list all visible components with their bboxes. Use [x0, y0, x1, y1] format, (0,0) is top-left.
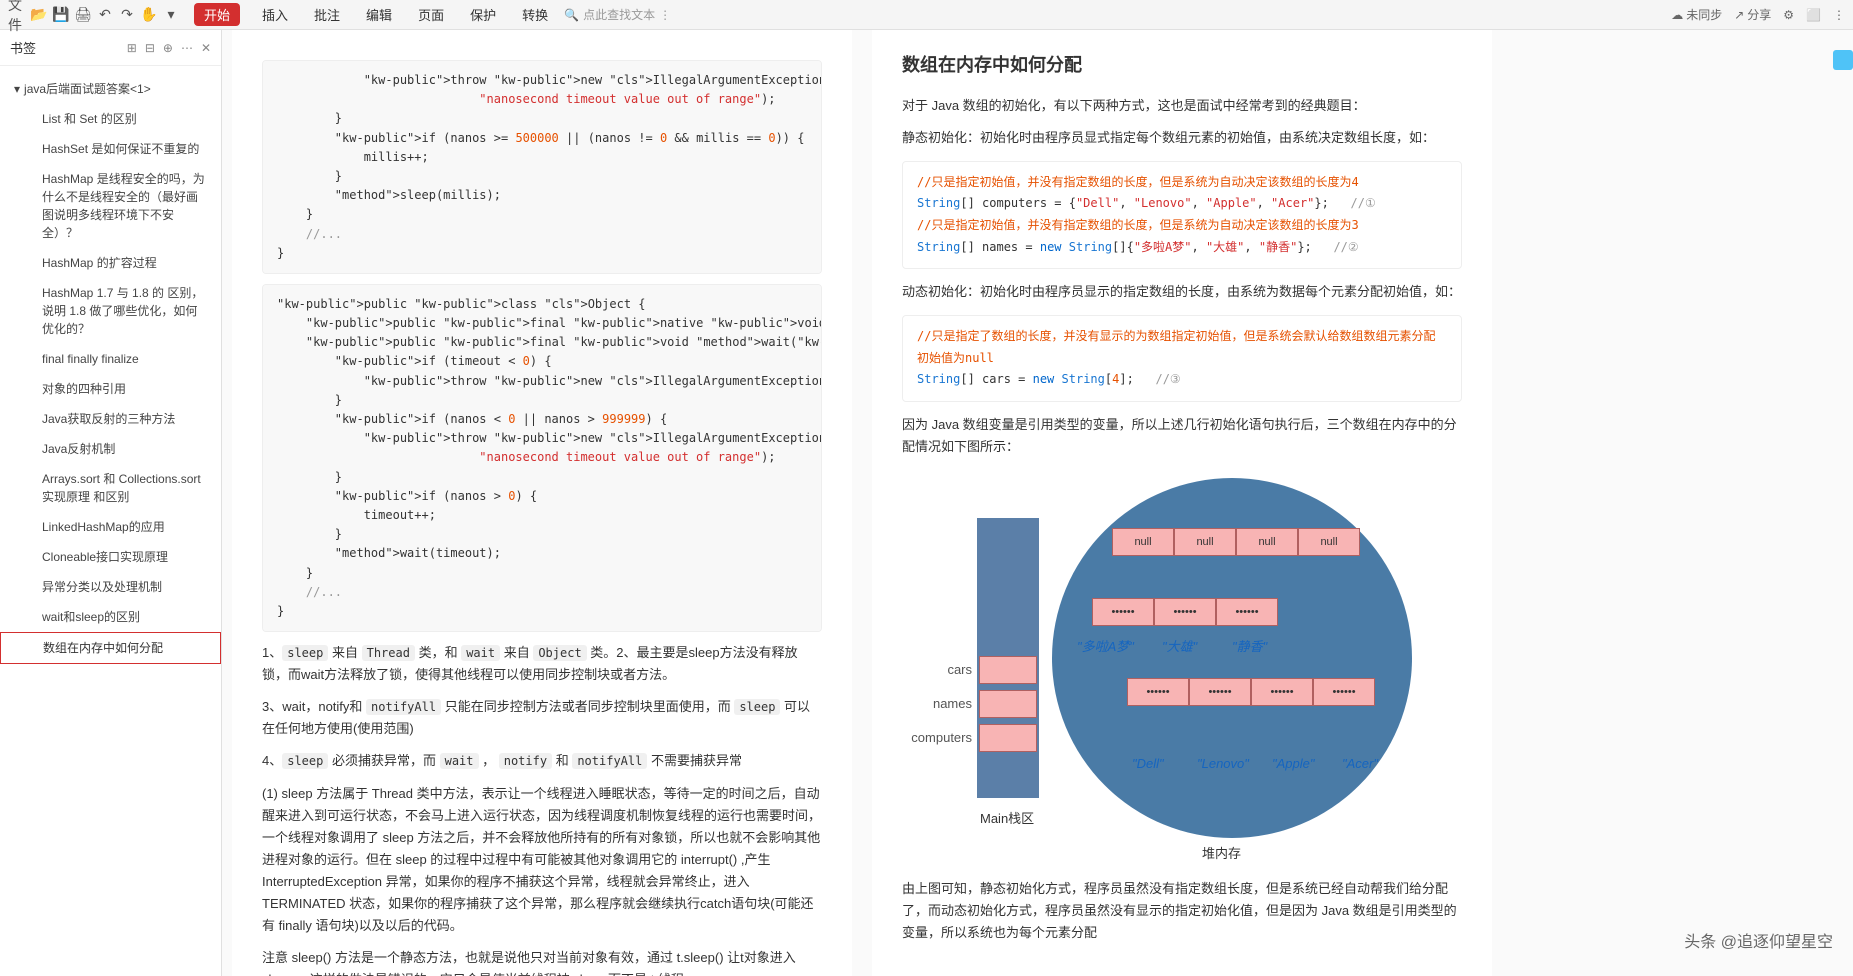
paragraph: 1、sleep 来自 Thread 类，和 wait 来自 Object 类。2… [262, 642, 822, 686]
paragraph: 注意 sleep() 方法是一个静态方法，也就是说他只对当前对象有效，通过 t.… [262, 947, 822, 976]
add-bookmark-icon[interactable]: ⊕ [163, 41, 173, 55]
memory-diagram: cars names computers null null null null [902, 478, 1462, 858]
code-block-2: "kw-public">public "kw-public">class "cl… [262, 284, 822, 632]
dropdown-icon[interactable]: ▾ [162, 6, 180, 24]
window-icon[interactable]: ⬜ [1806, 8, 1821, 22]
search-placeholder: 点此查找文本 [583, 6, 655, 23]
expand-all-icon[interactable]: ⊞ [127, 41, 137, 55]
search-icon: 🔍 [564, 8, 579, 22]
search-more-icon: ⋮ [659, 8, 671, 22]
paragraph: 4、sleep 必须捕获异常，而 wait ， notify 和 notifyA… [262, 750, 822, 772]
page-left: "kw-public">throw "kw-public">new "cls">… [232, 30, 852, 976]
search-box[interactable]: 🔍 点此查找文本 ⋮ [564, 6, 671, 23]
bookmarks-sidebar: 书签 ⊞ ⊟ ⊕ ⋯ ✕ ▾java后端面试题答案<1> List 和 Set … [0, 30, 222, 976]
tab-page[interactable]: 页面 [414, 3, 448, 26]
paragraph: 3、wait，notify和 notifyAll 只能在同步控制方法或者同步控制… [262, 696, 822, 740]
paragraph: 动态初始化：初始化时由程序员显示的指定数组的长度，由系统为数据每个元素分配初始值… [902, 281, 1462, 303]
code-box: //只是指定初始值，并没有指定数组的长度，但是系统为自动决定该数组的长度为4 S… [902, 161, 1462, 269]
paragraph: 因为 Java 数组变量是引用类型的变量，所以上述几行初始化语句执行后，三个数组… [902, 414, 1462, 458]
toc-item[interactable]: Java反射机制 [0, 434, 221, 464]
tab-protect[interactable]: 保护 [466, 3, 500, 26]
toc-item[interactable]: List 和 Set 的区别 [0, 104, 221, 134]
page-right: 数组在内存中如何分配 对于 Java 数组的初始化，有以下两种方式，这也是面试中… [872, 30, 1492, 976]
save-icon[interactable]: 💾 [52, 6, 70, 24]
share-button[interactable]: ↗ 分享 [1734, 6, 1771, 23]
undo-icon[interactable]: ↶ [96, 6, 114, 24]
sidebar-title: 书签 [10, 38, 36, 57]
paragraph: 由上图可知，静态初始化方式，程序员虽然没有指定数组长度，但是系统已经自动帮我们给… [902, 878, 1462, 944]
toc-item[interactable]: HashMap 是线程安全的吗，为什么不是线程安全的（最好画图说明多线程环境下不… [0, 164, 221, 248]
redo-icon[interactable]: ↷ [118, 6, 136, 24]
tab-start[interactable]: 开始 [194, 3, 240, 26]
collapse-all-icon[interactable]: ⊟ [145, 41, 155, 55]
toolbar-right: ☁ 未同步 ↗ 分享 ⚙ ⬜ ⋮ [1671, 6, 1845, 23]
code-box: //只是指定了数组的长度，并没有显示的为数组指定初始值，但是系统会默认给数组数组… [902, 315, 1462, 402]
toc-item[interactable]: Cloneable接口实现原理 [0, 542, 221, 572]
tab-insert[interactable]: 插入 [258, 3, 292, 26]
toc-item[interactable]: wait和sleep的区别 [0, 602, 221, 632]
more-icon[interactable]: ⋮ [1833, 8, 1845, 22]
toc-item[interactable]: 对象的四种引用 [0, 374, 221, 404]
sync-status[interactable]: ☁ 未同步 [1671, 6, 1722, 23]
settings-icon[interactable]: ⚙ [1783, 8, 1794, 22]
toc-item[interactable]: HashSet 是如何保证不重复的 [0, 134, 221, 164]
toc-item[interactable]: HashMap 1.7 与 1.8 的 区别，说明 1.8 做了哪些优化，如何优… [0, 278, 221, 344]
toc-item[interactable]: Arrays.sort 和 Collections.sort 实现原理 和区别 [0, 464, 221, 512]
toc-item[interactable]: Java获取反射的三种方法 [0, 404, 221, 434]
menu-file[interactable]: 文件 [8, 6, 26, 24]
section-title: 数组在内存中如何分配 [902, 50, 1462, 81]
toc-root[interactable]: ▾java后端面试题答案<1> [0, 74, 221, 104]
print-icon[interactable]: 🖨 [74, 6, 92, 24]
chevron-down-icon: ▾ [14, 80, 20, 98]
menu-tabs: 开始 插入 批注 编辑 页面 保护 转换 [194, 3, 552, 26]
toc-item[interactable]: 数组在内存中如何分配 [0, 632, 221, 664]
badge-icon[interactable] [1833, 50, 1853, 70]
toc-item[interactable]: final finally finalize [0, 344, 221, 374]
paragraph: 对于 Java 数组的初始化，有以下两种方式，这也是面试中经常考到的经典题目： [902, 95, 1462, 117]
paragraph: 静态初始化：初始化时由程序员显式指定每个数组元素的初始值，由系统决定数组长度，如… [902, 127, 1462, 149]
tab-edit[interactable]: 编辑 [362, 3, 396, 26]
watermark: 头条 @追逐仰望星空 [1684, 929, 1833, 956]
toc-item[interactable]: 异常分类以及处理机制 [0, 572, 221, 602]
toc-item[interactable]: LinkedHashMap的应用 [0, 512, 221, 542]
close-sidebar-icon[interactable]: ✕ [201, 41, 211, 55]
paragraph: (1) sleep 方法属于 Thread 类中方法，表示让一个线程进入睡眠状态… [262, 783, 822, 938]
options-icon[interactable]: ⋯ [181, 41, 193, 55]
tab-comment[interactable]: 批注 [310, 3, 344, 26]
sidebar-header: 书签 ⊞ ⊟ ⊕ ⋯ ✕ [0, 30, 221, 66]
open-icon[interactable]: 📂 [30, 6, 48, 24]
toc-list: ▾java后端面试题答案<1> List 和 Set 的区别HashSet 是如… [0, 66, 221, 976]
top-toolbar: 文件 📂 💾 🖨 ↶ ↷ ✋ ▾ 开始 插入 批注 编辑 页面 保护 转换 🔍 … [0, 0, 1853, 30]
toc-item[interactable]: HashMap 的扩容过程 [0, 248, 221, 278]
hand-icon[interactable]: ✋ [140, 6, 158, 24]
tab-convert[interactable]: 转换 [518, 3, 552, 26]
code-block-1: "kw-public">throw "kw-public">new "cls">… [262, 60, 822, 274]
document-viewport[interactable]: "kw-public">throw "kw-public">new "cls">… [222, 30, 1853, 976]
